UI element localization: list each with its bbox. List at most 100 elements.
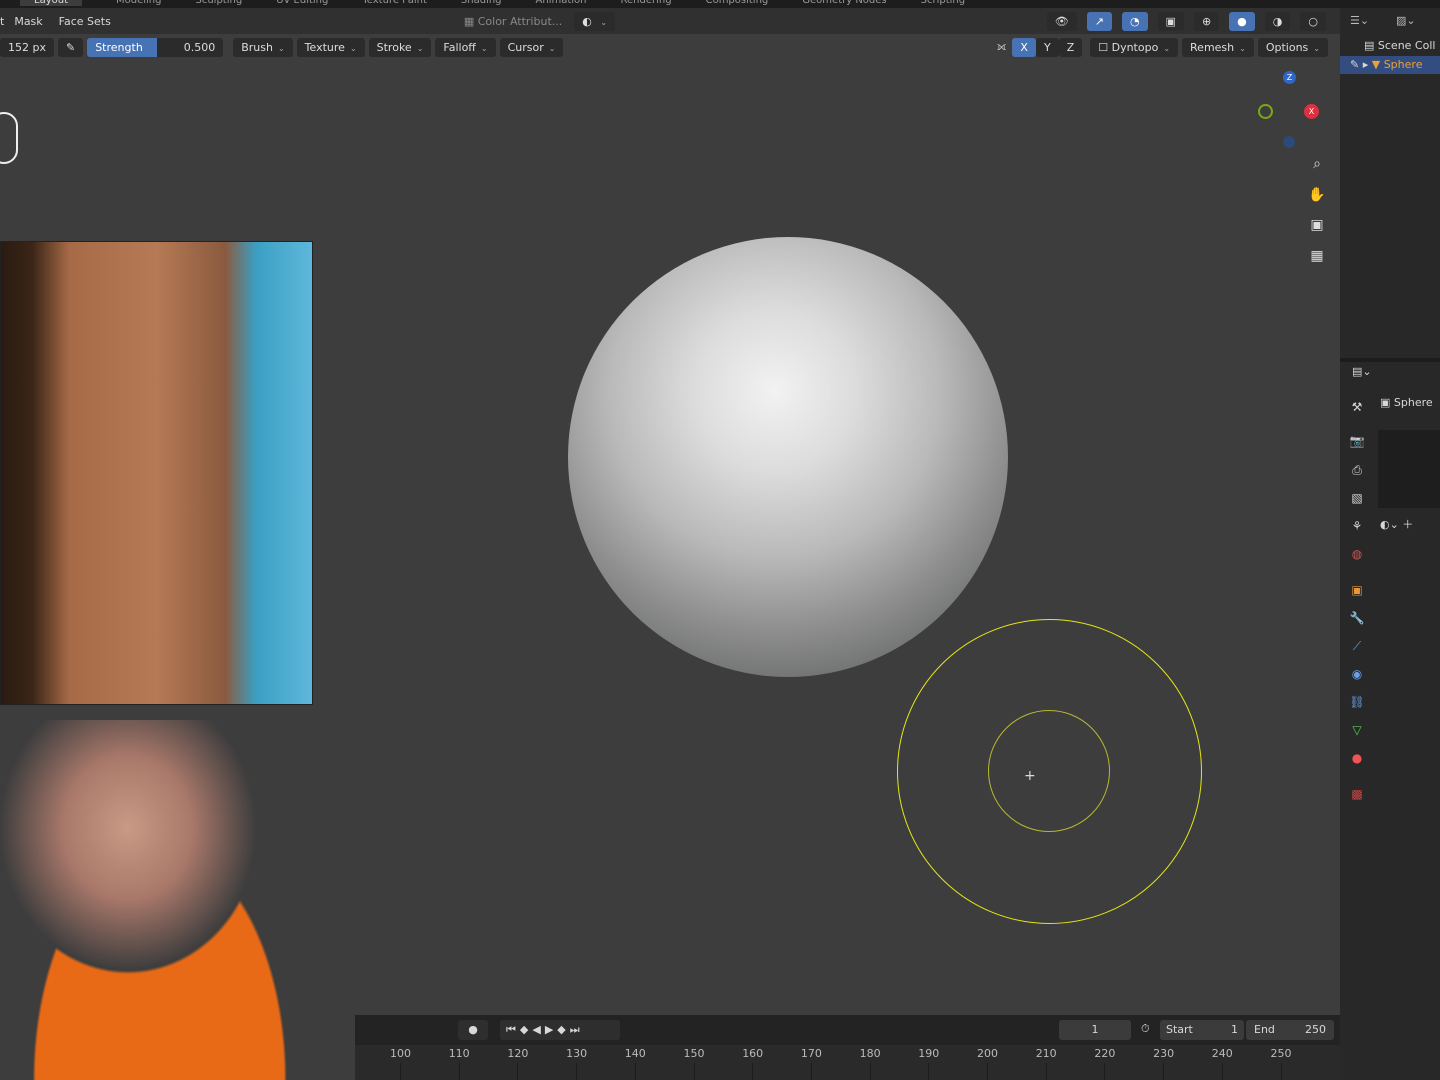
outliner-display-icon[interactable]: ☰⌄	[1350, 14, 1369, 27]
gizmo-neg-z-axis[interactable]	[1283, 136, 1295, 148]
object-tab-icon[interactable]: ▣	[1349, 583, 1365, 599]
workspace-tab[interactable]: Animation	[536, 0, 587, 6]
timeline-tick-label: 140	[624, 1047, 646, 1060]
timeline-tick-line	[1045, 1063, 1047, 1080]
xray-icon[interactable]: ▣	[1157, 11, 1184, 31]
texture-label: Texture	[304, 40, 345, 54]
options-dropdown[interactable]: Options ⌄	[1257, 37, 1328, 57]
modifier-tab-icon[interactable]: 🔧	[1349, 611, 1365, 627]
symmetry-z-toggle[interactable]: Z	[1058, 37, 1083, 57]
falloff-dropdown[interactable]: Falloff ⌄	[435, 37, 496, 57]
data-tab-icon[interactable]: ▽	[1349, 723, 1365, 739]
material-shading-icon[interactable]: ◑	[1264, 11, 1291, 31]
timeline-ruler[interactable]: 100 110 120 130 140 150 160 170 180 190 200 210 220 2…	[355, 1045, 1340, 1080]
render-tab-icon[interactable]: 📷	[1349, 434, 1365, 450]
filter-icon[interactable]: ▨⌄	[1396, 14, 1416, 27]
material-tab-icon[interactable]: ●	[1349, 751, 1365, 767]
workspace-tab[interactable]: Layout	[20, 0, 82, 6]
workspace-tab[interactable]: Compositing	[706, 0, 769, 6]
workspace-tab[interactable]: Shading	[461, 0, 502, 6]
texture-tab-icon[interactable]: ▩	[1349, 787, 1365, 803]
material-browse-icon[interactable]: ◐⌄ ＋	[1380, 516, 1413, 532]
timeline-tick-label: 110	[448, 1047, 470, 1060]
dyntopo-label: Dyntopo	[1111, 40, 1159, 54]
radius-field[interactable]: 152 px	[0, 37, 54, 57]
symmetry-icon: ⟗	[996, 40, 1007, 53]
stopwatch-icon[interactable]: ⏱	[1141, 1022, 1150, 1036]
timeline-tick-line	[752, 1063, 754, 1080]
output-tab-icon[interactable]: ⎙	[1349, 463, 1365, 479]
remesh-label: Remesh	[1190, 40, 1235, 54]
gizmo-x-axis[interactable]: X	[1304, 104, 1319, 119]
scene-collection-row[interactable]: ▤ Scene Coll	[1364, 39, 1435, 52]
playback-controls[interactable]: ⏮◆◀▶◆⏭	[500, 1020, 620, 1040]
workspace-tab[interactable]: Modeling	[116, 0, 162, 6]
stroke-dropdown[interactable]: Stroke ⌄	[368, 37, 432, 57]
mask-menu[interactable]: Mask	[14, 15, 42, 28]
grid-perspective-icon[interactable]: ▦	[1306, 245, 1328, 267]
end-frame-field[interactable]: End 250	[1246, 1020, 1334, 1040]
gizmo-z-axis[interactable]: Z	[1283, 71, 1296, 84]
timeline-tick-label: 170	[800, 1047, 822, 1060]
start-value: 1	[1231, 1023, 1238, 1036]
remesh-dropdown[interactable]: Remesh ⌄	[1182, 37, 1254, 57]
dyntopo-dropdown[interactable]: ☐ Dyntopo ⌄	[1090, 37, 1179, 57]
symmetry-y-toggle[interactable]: Y	[1035, 37, 1059, 57]
tool-tab-icon[interactable]: ⚒	[1349, 400, 1365, 416]
timeline-tick-label: 190	[918, 1047, 940, 1060]
workspace-tab[interactable]: Texture Paint	[362, 0, 427, 6]
overlay-toggle-icon[interactable]: ◔	[1121, 11, 1148, 31]
brush-label: Brush	[241, 40, 273, 54]
strength-slider-label[interactable]: Strength	[87, 37, 158, 57]
cursor-label: Cursor	[507, 40, 544, 54]
material-slot-list[interactable]	[1378, 430, 1440, 508]
brush-dropdown[interactable]: Brush ⌄	[233, 37, 293, 57]
world-tab-icon[interactable]: ◍	[1349, 547, 1365, 563]
physics-tab-icon[interactable]: ◉	[1349, 667, 1365, 683]
constraints-tab-icon[interactable]: ⛓	[1349, 695, 1365, 711]
timeline-tick-line	[987, 1063, 988, 1080]
workspace-tab[interactable]: UV Editing	[276, 0, 328, 6]
scene-tab-icon[interactable]: ⚘	[1349, 519, 1365, 535]
texture-dropdown[interactable]: Texture ⌄	[296, 37, 365, 57]
timeline-tick-label: 250	[1270, 1047, 1292, 1060]
workspace-tab[interactable]: Sculpting	[196, 0, 243, 6]
timeline: ● ⏮◆◀▶◆⏭ 1 ⏱ Start 1 End 250 100 110 120 130 1…	[355, 1015, 1340, 1080]
sphere-mesh[interactable]	[568, 237, 1008, 677]
timeline-tick-line	[400, 1063, 401, 1080]
view-layer-tab-icon[interactable]: ▧	[1349, 491, 1365, 507]
zoom-icon[interactable]: ⌕	[1306, 153, 1328, 175]
visibility-icon[interactable]: 👁	[1046, 11, 1077, 31]
auto-keying-icon[interactable]: ●	[458, 1020, 488, 1040]
gizmo-toggle-icon[interactable]: ↗	[1086, 11, 1112, 31]
gizmo-y-axis[interactable]	[1258, 104, 1273, 119]
tool-settings-bar: 152 px ✎ Strength 0.500 Brush ⌄ Texture ⌄ …	[0, 34, 1340, 60]
rendered-shading-icon[interactable]: ○	[1300, 11, 1326, 31]
current-frame-field[interactable]: 1	[1059, 1020, 1131, 1040]
solid-shading-icon[interactable]: ●	[1229, 11, 1255, 31]
options-label: Options	[1265, 40, 1309, 54]
color-attribute-dropdown[interactable]: ▦ Color Attribut...	[464, 15, 562, 28]
menu-partial[interactable]: t	[0, 15, 4, 28]
properties-object-name: Sphere	[1393, 396, 1433, 409]
editor-type-icon[interactable]: ▤⌄	[1352, 365, 1372, 378]
particles-tab-icon[interactable]: ⟋	[1349, 639, 1365, 655]
workspace-tab[interactable]: Rendering	[621, 0, 672, 6]
start-frame-field[interactable]: Start 1	[1160, 1020, 1244, 1040]
timeline-tick-line	[1104, 1063, 1106, 1080]
mouse-icon	[0, 112, 18, 164]
workspace-tab[interactable]: Geometry Nodes	[802, 0, 886, 6]
timeline-tick-label: 240	[1211, 1047, 1233, 1060]
face-sets-menu[interactable]: Face Sets	[59, 15, 111, 28]
pen-pressure-icon[interactable]: ✎	[57, 37, 84, 57]
workspace-tab[interactable]: Scripting	[921, 0, 965, 6]
camera-icon[interactable]: ▣	[1306, 214, 1328, 236]
symmetry-x-toggle[interactable]: X	[1012, 37, 1036, 57]
pan-hand-icon[interactable]: ✋	[1306, 184, 1328, 206]
outliner-sphere-row[interactable]: ✎ ▸ ▼ Sphere	[1340, 56, 1440, 74]
strength-slider-value[interactable]: 0.500	[157, 37, 224, 57]
shading-sphere-icon[interactable]: ◐ ⌄	[574, 11, 616, 31]
wireframe-shading-icon[interactable]: ⊕	[1193, 11, 1220, 31]
cursor-dropdown[interactable]: Cursor ⌄	[499, 37, 564, 57]
timeline-tick-label: 180	[859, 1047, 881, 1060]
